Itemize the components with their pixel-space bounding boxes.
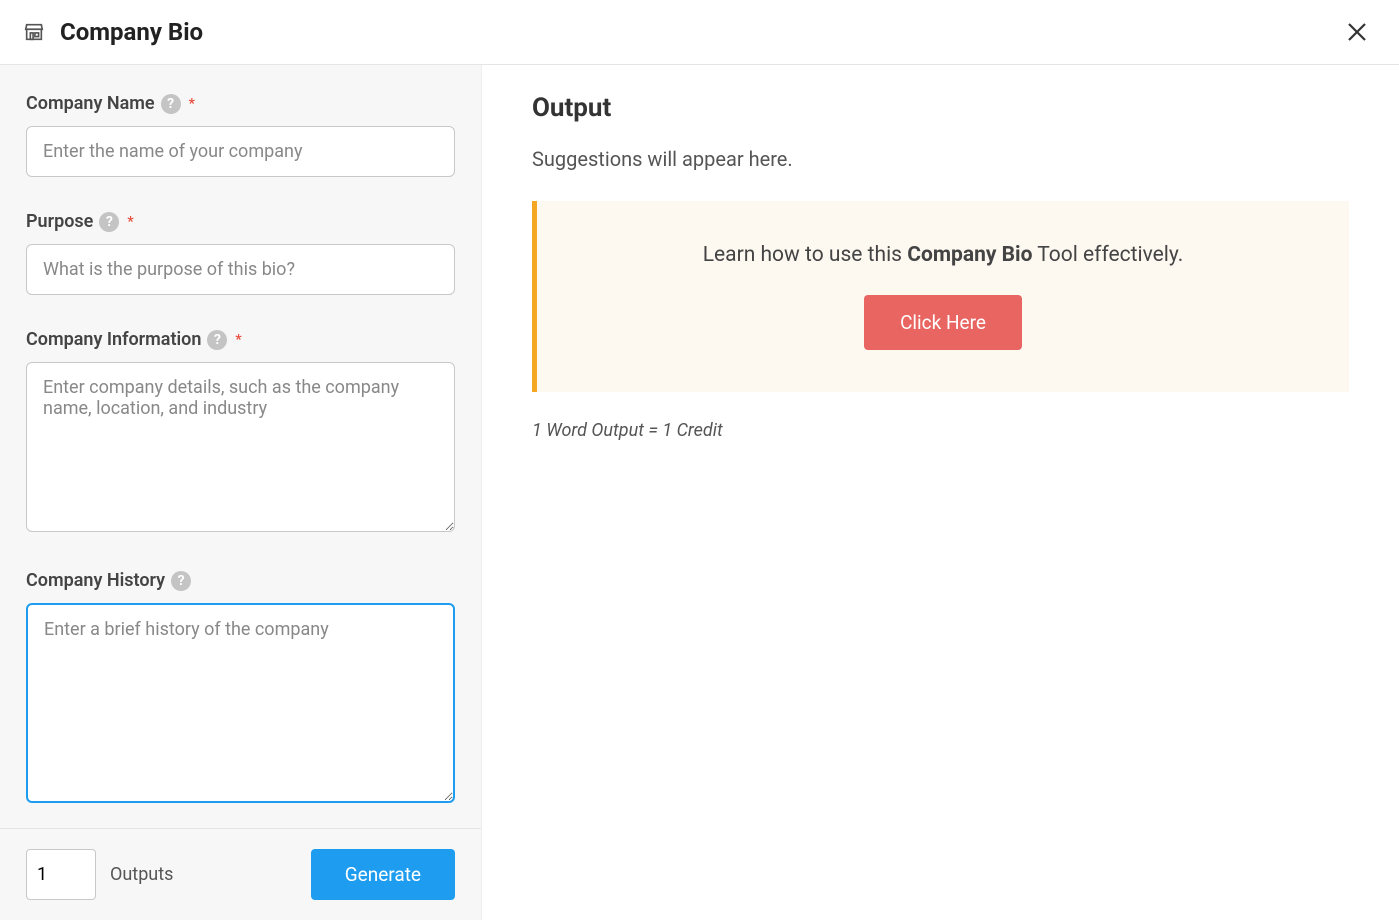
purpose-input[interactable] [26,244,455,295]
field-purpose: Purpose ? * [26,211,455,295]
generate-button[interactable]: Generate [311,849,455,900]
callout-bold: Company Bio [907,243,1032,267]
output-title: Output [532,93,1349,123]
shop-icon [22,20,46,44]
outputs-group: Outputs [26,849,173,900]
callout-text: Learn how to use this Company Bio Tool e… [567,243,1319,267]
company-information-textarea[interactable] [26,362,455,532]
help-icon[interactable]: ? [161,94,181,114]
help-icon[interactable]: ? [99,212,119,232]
outputs-stepper[interactable] [26,849,96,900]
field-company-information: Company Information ? * [26,329,455,536]
label-company-name: Company Name ? * [26,93,455,114]
field-company-name: Company Name ? * [26,93,455,177]
label-purpose: Purpose ? * [26,211,455,232]
help-icon[interactable]: ? [207,330,227,350]
label-text: Purpose [26,211,93,232]
header-left: Company Bio [22,18,203,46]
page-title: Company Bio [60,18,203,46]
callout-prefix: Learn how to use this [703,243,908,267]
label-text: Company History [26,570,165,591]
app-container: Company Bio Company Name ? * [0,0,1399,920]
close-icon[interactable] [1343,18,1371,46]
field-company-history: Company History ? [26,570,455,807]
content-area: Company Name ? * Purpose ? * [0,65,1399,920]
label-text: Company Name [26,93,155,114]
callout-suffix: Tool effectively. [1032,243,1183,267]
company-history-textarea[interactable] [26,603,455,803]
help-icon[interactable]: ? [171,571,191,591]
required-mark: * [235,332,241,348]
outputs-label: Outputs [110,864,173,885]
header: Company Bio [0,0,1399,65]
company-name-input[interactable] [26,126,455,177]
sidebar-form: Company Name ? * Purpose ? * [0,65,482,920]
required-mark: * [127,214,133,230]
label-company-history: Company History ? [26,570,455,591]
form-scroll-area[interactable]: Company Name ? * Purpose ? * [0,65,481,828]
suggestions-placeholder-text: Suggestions will appear here. [532,147,1349,171]
required-mark: * [189,96,195,112]
label-company-information: Company Information ? * [26,329,455,350]
sidebar-footer: Outputs Generate [0,828,481,920]
learn-callout: Learn how to use this Company Bio Tool e… [532,201,1349,392]
credit-note: 1 Word Output = 1 Credit [532,420,1349,441]
main-output-area: Output Suggestions will appear here. Lea… [482,65,1399,920]
label-text: Company Information [26,329,201,350]
click-here-button[interactable]: Click Here [864,295,1022,350]
